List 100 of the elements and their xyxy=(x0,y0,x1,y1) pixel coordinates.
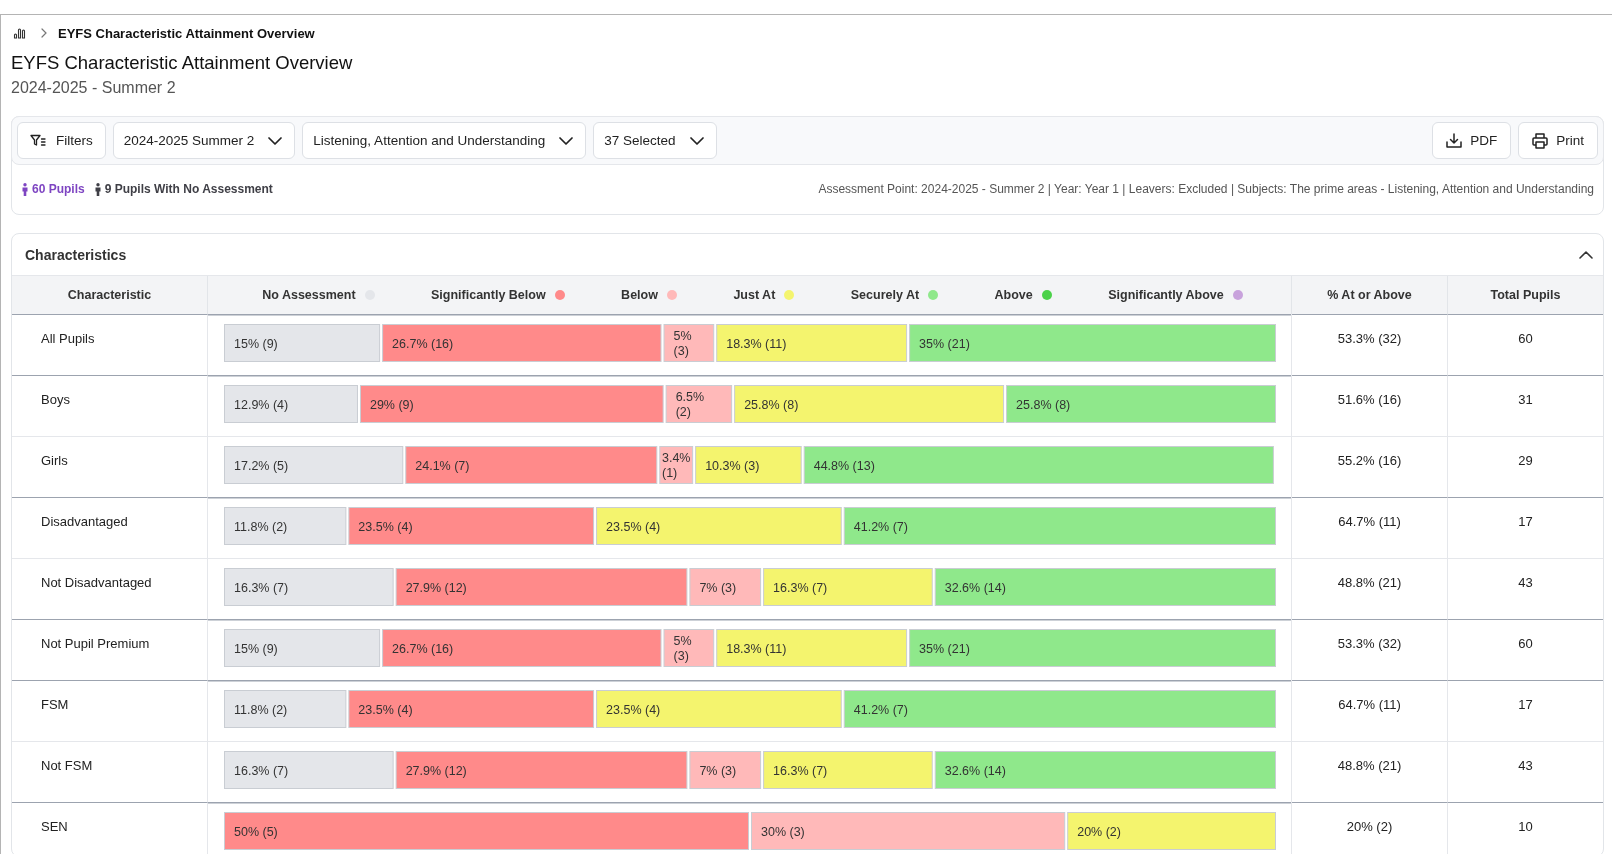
percent-value: 48.8% (21) xyxy=(1337,575,1402,590)
total-value: 60 xyxy=(1518,636,1533,651)
data-label: 6.5% (2) xyxy=(675,390,705,419)
bar-segment: 32.6% (14) xyxy=(934,751,1276,789)
total-value: 10 xyxy=(1518,819,1533,834)
bar-segment: 30% (3) xyxy=(751,812,1066,850)
bar-segment: 5% (3) xyxy=(663,324,715,362)
data-label: 30% (3) xyxy=(761,824,805,839)
bar-segment: 17.2% (5) xyxy=(224,446,404,484)
legend-label: Significantly Above xyxy=(1108,288,1224,302)
dropdown[interactable]: 2024-2025 Summer 2 xyxy=(112,122,296,159)
legend-label: Securely At xyxy=(850,288,920,302)
assessment-details: Assessment Point: 2024-2025 - Summer 2 | Year: Year 1 | Leavers: Excluded | Subjects: The prime areas - Listening, Attention and Understanding xyxy=(818,182,1594,196)
characteristic-label: Not FSM xyxy=(41,758,93,773)
bar-segment: 6.5% (2) xyxy=(665,385,733,423)
bar-segment: 12.9% (4) xyxy=(224,385,358,423)
bar-segment: 35% (21) xyxy=(909,324,1276,362)
data-label: 10.3% (3) xyxy=(705,458,760,473)
dropdown[interactable]: Listening, Attention and Understanding xyxy=(302,122,587,159)
data-label: 15% (9) xyxy=(234,336,278,351)
dropdown[interactable]: 37 Selected xyxy=(593,122,717,159)
total-value: 60 xyxy=(1518,331,1533,346)
printer-icon xyxy=(1532,132,1549,149)
legend-label: Below xyxy=(621,288,658,302)
download-icon xyxy=(1446,133,1463,148)
percent-value: 53.3% (32) xyxy=(1337,636,1402,651)
column-header: Total Pupils xyxy=(1490,288,1561,302)
percent-value: 20% (2) xyxy=(1346,819,1393,834)
data-label: 16.3% (7) xyxy=(234,763,289,778)
chevron-down-icon xyxy=(559,136,574,145)
bar-segment: 23.5% (4) xyxy=(596,507,842,545)
bar-segment: 44.8% (13) xyxy=(803,446,1274,484)
column-header: Characteristic xyxy=(67,288,152,302)
data-label: 17.2% (5) xyxy=(234,458,289,473)
bar-segment: 15% (9) xyxy=(224,324,381,362)
characteristic-label: All Pupils xyxy=(41,331,95,346)
data-label: 32.6% (14) xyxy=(944,763,1006,778)
bar-segment: 25.8% (8) xyxy=(734,385,1005,423)
data-label: 50% (5) xyxy=(234,824,278,839)
total-value: 43 xyxy=(1518,758,1533,773)
characteristic-label: Disadvantaged xyxy=(41,514,128,529)
total-value: 31 xyxy=(1518,392,1533,407)
bar-segment: 25.8% (8) xyxy=(1006,385,1276,423)
pupil-count: 9 Pupils With No Assessment xyxy=(104,182,273,196)
data-label: 16.3% (7) xyxy=(773,763,828,778)
percent-value: 64.7% (11) xyxy=(1338,514,1401,529)
data-label: 41.2% (7) xyxy=(853,702,908,717)
bar-segment: 23.5% (4) xyxy=(348,690,595,728)
data-label: 18.3% (11) xyxy=(726,336,787,351)
legend-label: No Assessment xyxy=(262,288,356,302)
bar-segment: 18.3% (11) xyxy=(716,324,908,362)
bar-segment: 11.8% (2) xyxy=(224,507,347,545)
bar-segment: 27.9% (12) xyxy=(395,568,688,606)
percent-value: 51.6% (16) xyxy=(1337,392,1402,407)
legend-label: Above xyxy=(994,288,1033,302)
chevron-up-icon[interactable] xyxy=(1579,250,1593,259)
percent-value: 64.7% (11) xyxy=(1338,697,1401,712)
bar-segment: 27.9% (12) xyxy=(395,751,688,789)
data-label: 26.7% (16) xyxy=(392,336,454,351)
bar-segment: 23.5% (4) xyxy=(596,690,842,728)
bar-segment: 11.8% (2) xyxy=(224,690,347,728)
chevron-right-icon xyxy=(41,28,47,38)
total-value: 29 xyxy=(1518,453,1533,468)
data-label: 32.6% (14) xyxy=(944,580,1006,595)
download-button[interactable]: PDF xyxy=(1432,122,1512,159)
data-label: 16.3% (7) xyxy=(234,580,289,595)
column-header: % At or Above xyxy=(1327,288,1412,302)
bar-segment: 26.7% (16) xyxy=(382,324,662,362)
data-label: 27.9% (12) xyxy=(405,763,467,778)
data-label: 35% (21) xyxy=(919,336,970,351)
data-label: 23.5% (4) xyxy=(606,519,661,534)
percent-value: 55.2% (16) xyxy=(1337,453,1402,468)
page-title: EYFS Characteristic Attainment Overview xyxy=(11,51,354,75)
data-label: 5% (3) xyxy=(673,634,692,663)
bar-segment: 18.3% (11) xyxy=(716,629,908,667)
characteristic-label: FSM xyxy=(41,697,69,712)
legend-label: Significantly Below xyxy=(431,288,546,302)
pupil-count: 60 Pupils xyxy=(32,182,85,196)
data-label: 11.8% (2) xyxy=(234,519,288,534)
data-label: 35% (21) xyxy=(919,641,970,656)
characteristic-label: Not Pupil Premium xyxy=(41,636,150,651)
data-label: 7% (3) xyxy=(699,763,737,778)
data-label: 26.7% (16) xyxy=(392,641,454,656)
characteristic-label: Boys xyxy=(41,392,70,407)
bar-segment: 5% (3) xyxy=(663,629,715,667)
data-label: 41.2% (7) xyxy=(853,519,908,534)
data-label: 23.5% (4) xyxy=(358,519,413,534)
bar-segment: 29% (9) xyxy=(359,385,664,423)
print-button[interactable]: Print xyxy=(1518,122,1598,159)
data-label: 44.8% (13) xyxy=(813,458,875,473)
bar-chart-icon[interactable] xyxy=(13,27,26,39)
data-label: 12.9% (4) xyxy=(234,397,289,412)
bar-segment: 16.3% (7) xyxy=(763,751,933,789)
total-value: 17 xyxy=(1518,697,1533,712)
data-label: 25.8% (8) xyxy=(744,397,799,412)
bar-segment: 10.3% (3) xyxy=(695,446,802,484)
filters-button[interactable]: Filters xyxy=(17,122,106,159)
bar-segment: 16.3% (7) xyxy=(224,751,394,789)
breadcrumb-current: EYFS Characteristic Attainment Overview xyxy=(58,25,315,41)
total-value: 43 xyxy=(1518,575,1533,590)
